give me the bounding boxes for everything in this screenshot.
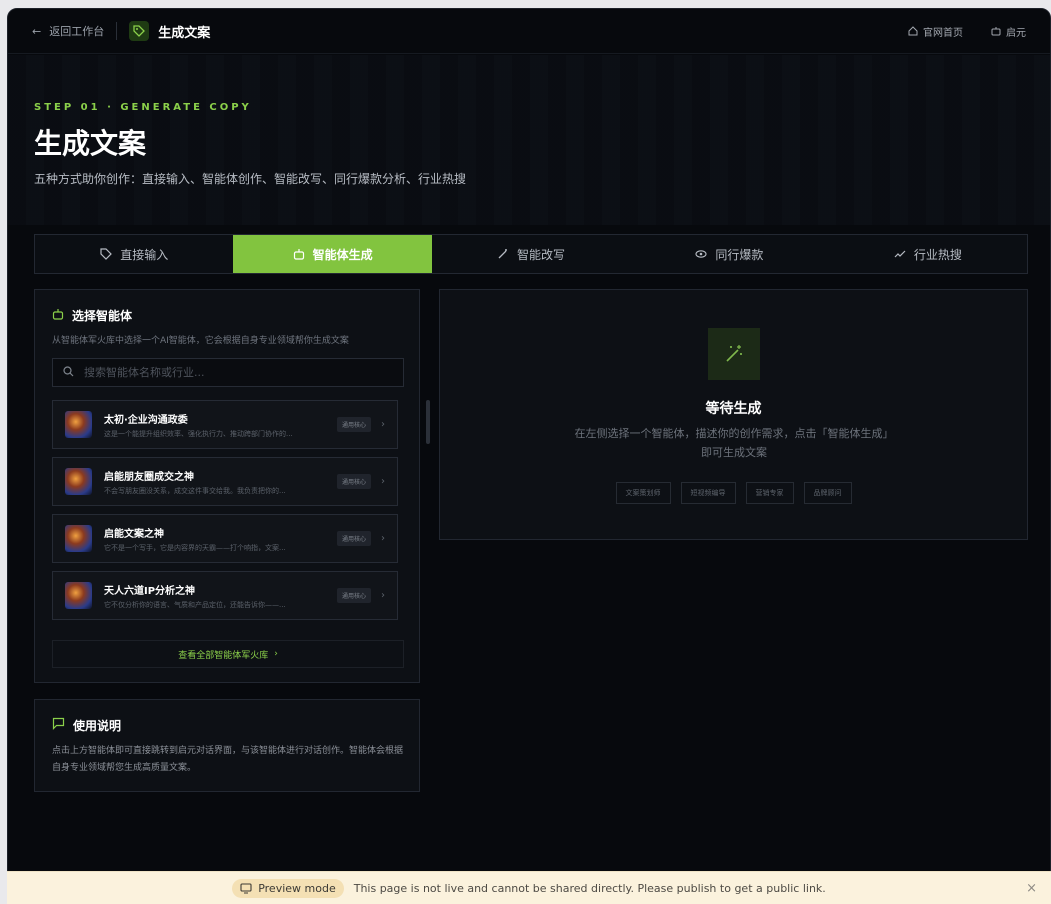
preview-mode-pill: Preview mode xyxy=(232,878,344,898)
top-links: 官网首页 启元 xyxy=(908,24,1026,39)
agent-description: 它不仅分析你的语言、气质和产品定位，还能告诉你——... xyxy=(104,600,286,609)
category-badge: 通用核心 xyxy=(336,531,371,546)
search-input[interactable] xyxy=(84,366,384,379)
chevron-right-icon: › xyxy=(381,590,385,601)
divider xyxy=(116,22,118,40)
search-icon xyxy=(63,365,74,380)
monitor-icon xyxy=(240,882,252,893)
page-subtitle: 五种方式助你创作：直接输入、智能体创作、智能改写、同行爆款分析、行业热搜 xyxy=(34,172,467,186)
tag-icon xyxy=(129,21,150,41)
agent-name: 天人六道IP分析之神 xyxy=(104,585,196,597)
role-chip: 文案策划师 xyxy=(615,482,671,504)
agent-name: 太初·企业沟通政委 xyxy=(104,414,188,426)
arrow-left-icon: ← xyxy=(32,24,42,38)
step-label: STEP 01 · GENERATE COPY xyxy=(34,102,252,113)
qiyuan-link[interactable]: 启元 xyxy=(991,24,1026,39)
view-all-label: 查看全部智能体军火库 xyxy=(178,650,269,661)
tab-label: 同行爆款 xyxy=(715,247,764,262)
category-badge: 通用核心 xyxy=(336,474,371,489)
role-chip: 品牌顾问 xyxy=(803,482,852,504)
chevron-right-icon: › xyxy=(274,649,278,659)
panel-description: 从智能体军火库中选择一个AI智能体，它会根据自身专业领域帮你生成文案 xyxy=(52,336,349,346)
result-panel: 等待生成 在左侧选择一个智能体，描述你的创作需求，点击「智能体生成」即可生成文案… xyxy=(439,289,1028,540)
tab-label: 直接输入 xyxy=(120,247,169,262)
waiting-title: 等待生成 xyxy=(705,401,762,417)
tab-agent-generate[interactable]: 智能体生成 xyxy=(233,235,432,273)
tab-smart-rewrite[interactable]: 智能改写 xyxy=(432,235,630,273)
home-icon xyxy=(908,26,918,36)
agent-name: 启能朋友圈成交之神 xyxy=(104,471,194,483)
agent-search xyxy=(52,358,404,387)
robot-icon xyxy=(293,249,304,260)
usage-panel: 使用说明 点击上方智能体即可直接跳转到启元对话界面，与该智能体进行对话创作。智能… xyxy=(34,699,420,792)
agent-card[interactable]: 启能文案之神 它不是一个写手，它是内容界的天霸——打个响指，文案... 通用核心… xyxy=(52,514,398,563)
category-badge: 通用核心 xyxy=(336,417,371,432)
agent-description: 它不是一个写手，它是内容界的天霸——打个响指，文案... xyxy=(104,543,286,552)
wand-icon xyxy=(498,249,507,259)
agent-description: 这是一个能提升组织效率、强化执行力、推动跨部门协作的... xyxy=(104,429,293,438)
avatar xyxy=(65,468,92,495)
panel-title: 选择智能体 xyxy=(52,307,132,324)
agent-card[interactable]: 天人六道IP分析之神 它不仅分析你的语言、气质和产品定位，还能告诉你——... … xyxy=(52,571,398,620)
mode-tabs: 直接输入 智能体生成 智能改写 同行爆款 行业热搜 xyxy=(34,234,1028,274)
official-site-label: 官网首页 xyxy=(923,27,963,39)
page-header-title: 生成文案 xyxy=(158,25,211,41)
preview-mode-label: Preview mode xyxy=(258,881,336,895)
top-bar: ← 返回工作台 生成文案 官网首页 启元 xyxy=(8,9,1050,54)
preview-banner: Preview mode This page is not live and c… xyxy=(7,871,1051,904)
trending-icon xyxy=(894,250,906,258)
message-square-icon xyxy=(52,717,65,734)
app-frame: ← 返回工作台 生成文案 官网首页 启元 STEP 01 · GENERATE … xyxy=(7,8,1051,904)
agent-description: 不会写朋友圈没关系，成交这件事交给我。我负责把你的... xyxy=(104,486,286,495)
agent-card[interactable]: 太初·企业沟通政委 这是一个能提升组织效率、强化执行力、推动跨部门协作的... … xyxy=(52,400,398,449)
role-chips: 文案策划师 短视频编导 营销专家 品牌顾问 xyxy=(440,482,1027,504)
agent-select-panel: 选择智能体 从智能体军火库中选择一个AI智能体，它会根据自身专业领域帮你生成文案… xyxy=(34,289,430,683)
tag-icon xyxy=(100,248,113,260)
avatar xyxy=(65,582,92,609)
tab-label: 行业热搜 xyxy=(913,247,962,262)
agent-name: 启能文案之神 xyxy=(104,528,164,540)
avatar xyxy=(65,411,92,438)
chevron-right-icon: › xyxy=(381,476,385,487)
panel-title-text: 使用说明 xyxy=(73,719,122,733)
close-icon[interactable]: × xyxy=(1026,881,1037,896)
chevron-right-icon: › xyxy=(381,533,385,544)
tab-direct-input[interactable]: 直接输入 xyxy=(35,235,233,273)
avatar xyxy=(65,525,92,552)
usage-text: 点击上方智能体即可直接跳转到启元对话界面，与该智能体进行对话创作。智能体会根据自… xyxy=(52,746,404,773)
magic-wand-icon xyxy=(708,328,760,380)
panel-title: 使用说明 xyxy=(52,717,121,734)
back-label: 返回工作台 xyxy=(49,25,105,38)
hero-background xyxy=(8,55,1050,225)
robot-icon xyxy=(991,27,1001,36)
list-scrollbar[interactable] xyxy=(426,400,430,444)
view-all-agents-button[interactable]: 查看全部智能体军火库 › xyxy=(52,640,404,668)
official-site-link[interactable]: 官网首页 xyxy=(908,24,963,39)
chevron-right-icon: › xyxy=(381,419,385,430)
robot-icon xyxy=(52,308,64,323)
tab-label: 智能体生成 xyxy=(312,247,373,262)
category-badge: 通用核心 xyxy=(336,588,371,603)
page-title: 生成文案 xyxy=(34,127,147,160)
waiting-description: 在左侧选择一个智能体，描述你的创作需求，点击「智能体生成」即可生成文案 xyxy=(574,427,894,459)
panel-title-text: 选择智能体 xyxy=(72,309,133,323)
role-chip: 营销专家 xyxy=(745,482,794,504)
tab-industry-trends[interactable]: 行业热搜 xyxy=(829,235,1027,273)
role-chip: 短视频编导 xyxy=(680,482,736,504)
tab-label: 智能改写 xyxy=(517,247,566,262)
tab-peer-hits[interactable]: 同行爆款 xyxy=(630,235,828,273)
preview-message: This page is not live and cannot be shar… xyxy=(353,881,826,895)
agent-card[interactable]: 启能朋友圈成交之神 不会写朋友圈没关系，成交这件事交给我。我负责把你的... 通… xyxy=(52,457,398,506)
eye-icon xyxy=(695,250,707,258)
qiyuan-label: 启元 xyxy=(1006,27,1026,39)
back-to-workbench-link[interactable]: ← 返回工作台 xyxy=(32,23,104,39)
